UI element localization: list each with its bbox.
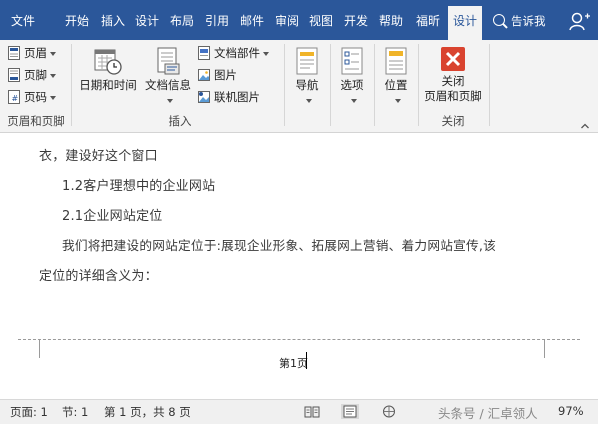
collapse-ribbon-icon[interactable] [581, 122, 589, 130]
page-number-icon: # [8, 89, 20, 104]
zoom-level[interactable]: 97% [558, 404, 584, 418]
footer-margin-mark-right [544, 340, 545, 358]
position-label: 位置 [384, 78, 408, 92]
header-label: 页眉 [24, 46, 47, 60]
picture-button[interactable]: 图片 [198, 65, 237, 85]
options-caret [350, 98, 357, 103]
document-info-caret [166, 98, 173, 103]
group-separator [330, 44, 331, 126]
ribbon-tab-bar: 文件 开始 插入 设计 布局 引用 邮件 审阅 视图 开发 帮助 福昕 设计 告… [0, 0, 598, 40]
position-icon [385, 47, 407, 75]
document-info-icon [157, 47, 180, 75]
navigation-icon [296, 47, 318, 75]
tab-view[interactable]: 视图 [306, 10, 336, 32]
tab-file[interactable]: 文件 [0, 10, 46, 32]
tab-mailings[interactable]: 邮件 [237, 10, 267, 32]
document-parts-icon [198, 45, 210, 60]
page-number-button[interactable]: # 页码 [8, 87, 56, 107]
tab-header-footer-design[interactable]: 设计 [448, 6, 482, 40]
tab-developer[interactable]: 开发 [341, 10, 371, 32]
ribbon: 页眉 页脚 # 页码 页眉和页脚 日期和时间 文档信息 文档部件 图片 联机图片… [0, 40, 598, 133]
close-header-footer-button[interactable]: 关闭 页眉和页脚 [420, 46, 486, 104]
tab-home[interactable]: 开始 [62, 10, 92, 32]
footer-icon [8, 67, 20, 82]
paragraph-line-4: 我们将把建设的网站定位于:展现企业形象、拓展网上营销、着力网站宣传,该 [62, 238, 496, 253]
read-mode-icon[interactable] [303, 404, 321, 419]
options-button[interactable]: 选项 [333, 46, 371, 108]
tab-layout[interactable]: 布局 [167, 10, 197, 32]
paragraph-line-5: 定位的详细含义为： [39, 269, 158, 284]
text-cursor [306, 352, 307, 369]
position-caret [394, 98, 401, 103]
watermark-text: 头条号 / 汇卓领人 [438, 406, 538, 421]
group-separator [374, 44, 375, 126]
tab-review[interactable]: 审阅 [272, 10, 302, 32]
document-area[interactable]: 衣，建设好这个窗口 1.2客户理想中的企业网站 2.1企业网站定位 我们将把建设… [0, 133, 598, 399]
status-page[interactable]: 页面: 1 [10, 404, 48, 420]
tab-design[interactable]: 设计 [132, 10, 162, 32]
svg-text:#: # [12, 94, 19, 103]
tab-references[interactable]: 引用 [202, 10, 232, 32]
position-button[interactable]: 位置 [377, 46, 415, 108]
picture-icon [198, 68, 210, 81]
close-icon [441, 47, 465, 71]
group-label-header-footer: 页眉和页脚 [7, 114, 65, 128]
tab-help[interactable]: 帮助 [376, 10, 406, 32]
footer-button[interactable]: 页脚 [8, 65, 56, 85]
group-label-close: 关闭 [441, 114, 465, 128]
group-separator [489, 44, 490, 126]
footer-label: 页脚 [24, 68, 47, 82]
picture-label: 图片 [214, 68, 237, 82]
navigation-label: 导航 [295, 78, 319, 92]
group-separator [71, 44, 72, 126]
web-layout-icon[interactable] [380, 404, 398, 419]
header-icon [8, 45, 20, 60]
calendar-clock-icon [94, 49, 122, 75]
heading-2-1: 2.1企业网站定位 [62, 209, 163, 224]
date-time-label: 日期和时间 [79, 78, 137, 92]
date-time-button[interactable]: 日期和时间 [76, 46, 140, 93]
heading-1-2: 1.2客户理想中的企业网站 [62, 179, 216, 194]
navigation-caret [305, 98, 312, 103]
status-page-count[interactable]: 第 1 页，共 8 页 [104, 404, 191, 420]
options-icon [341, 47, 363, 75]
group-separator [418, 44, 419, 126]
document-info-label: 文档信息 [145, 78, 191, 92]
footer-page-number[interactable]: 第1页 [279, 355, 308, 371]
close-label-line2: 页眉和页脚 [424, 89, 482, 103]
share-user-icon[interactable] [569, 11, 591, 31]
group-label-insert: 插入 [168, 114, 192, 128]
navigation-button[interactable]: 导航 [287, 46, 327, 108]
status-section[interactable]: 节: 1 [62, 404, 88, 420]
close-label-line1: 关闭 [441, 74, 465, 88]
tell-me-search[interactable]: 告诉我 [493, 10, 546, 32]
tab-insert[interactable]: 插入 [98, 10, 128, 32]
paragraph-line-1: 衣，建设好这个窗口 [39, 149, 158, 164]
header-button[interactable]: 页眉 [8, 43, 56, 63]
footer-boundary-line [18, 339, 580, 340]
online-picture-label: 联机图片 [214, 90, 260, 104]
print-layout-icon[interactable] [341, 404, 359, 419]
group-separator [284, 44, 285, 126]
footer-margin-mark-left [39, 340, 40, 358]
options-label: 选项 [340, 78, 364, 92]
search-icon [493, 14, 505, 26]
tell-me-label: 告诉我 [511, 14, 546, 28]
online-picture-icon [198, 90, 210, 103]
page-number-label: 页码 [24, 90, 47, 104]
document-parts-label: 文档部件 [214, 46, 260, 60]
tab-foxit[interactable]: 福昕 [411, 10, 445, 32]
document-parts-button[interactable]: 文档部件 [198, 43, 269, 63]
document-info-button[interactable]: 文档信息 [141, 46, 195, 108]
online-picture-button[interactable]: 联机图片 [198, 87, 260, 107]
